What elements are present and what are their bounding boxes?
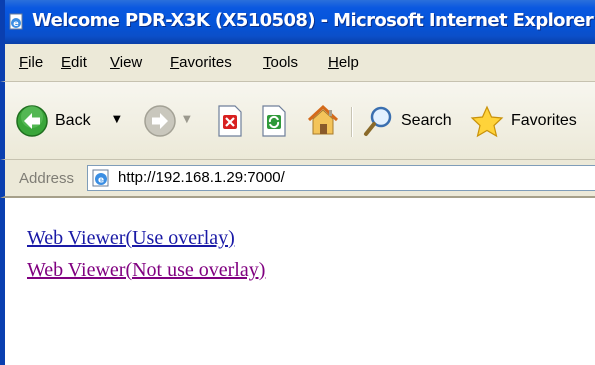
toolbar-separator	[351, 107, 353, 137]
menu-favorites[interactable]: Favorites	[170, 54, 232, 72]
search-label: Search	[401, 112, 452, 129]
forward-button[interactable]: ▼	[143, 104, 193, 140]
svg-text:e: e	[98, 176, 104, 186]
address-bar: Address e http://192.168.1.29:7000/	[0, 160, 595, 198]
toolbar: Back ▼ ▼ Search Favorites	[0, 82, 595, 160]
browser-window: e Welcome PDR-X3K (X510508) - Microsoft …	[0, 0, 595, 365]
address-label: Address	[19, 170, 75, 187]
menu-edit[interactable]: Edit	[61, 54, 87, 72]
window-title: Welcome PDR-X3K (X510508) - Microsoft In…	[32, 10, 594, 31]
forward-arrow-icon	[144, 105, 176, 137]
back-label: Back	[55, 112, 91, 129]
ie-page-icon: e	[9, 13, 23, 30]
menu-help[interactable]: Help	[328, 54, 359, 72]
menu-file[interactable]: File	[19, 54, 43, 72]
svg-text:e: e	[13, 19, 19, 28]
forward-dropdown-icon[interactable]: ▼	[183, 114, 191, 125]
favorites-star-icon	[470, 105, 504, 138]
back-arrow-icon	[16, 105, 48, 137]
home-icon[interactable]	[305, 102, 341, 138]
menu-bar: File Edit View Favorites Tools Help	[0, 44, 595, 82]
address-url: http://192.168.1.29:7000/	[118, 169, 285, 186]
menu-tools[interactable]: Tools	[263, 54, 298, 72]
menu-view[interactable]: View	[110, 54, 142, 72]
favorites-button[interactable]: Favorites	[469, 104, 595, 140]
title-bar[interactable]: e Welcome PDR-X3K (X510508) - Microsoft …	[0, 0, 595, 44]
web-viewer-no-overlay-link[interactable]: Web Viewer(Not use overlay)	[27, 258, 265, 282]
stop-icon[interactable]	[215, 104, 245, 138]
back-dropdown-icon[interactable]: ▼	[113, 114, 121, 125]
favorites-label: Favorites	[511, 112, 577, 129]
back-button[interactable]: Back ▼	[15, 104, 135, 140]
web-viewer-overlay-link[interactable]: Web Viewer(Use overlay)	[27, 226, 235, 250]
refresh-icon[interactable]	[259, 104, 289, 138]
search-button[interactable]: Search	[361, 104, 461, 140]
ie-address-icon: e	[92, 169, 109, 187]
search-icon	[364, 106, 392, 136]
page-content: Web Viewer(Use overlay) Web Viewer(Not u…	[0, 198, 595, 365]
address-field[interactable]: e http://192.168.1.29:7000/	[87, 165, 595, 191]
